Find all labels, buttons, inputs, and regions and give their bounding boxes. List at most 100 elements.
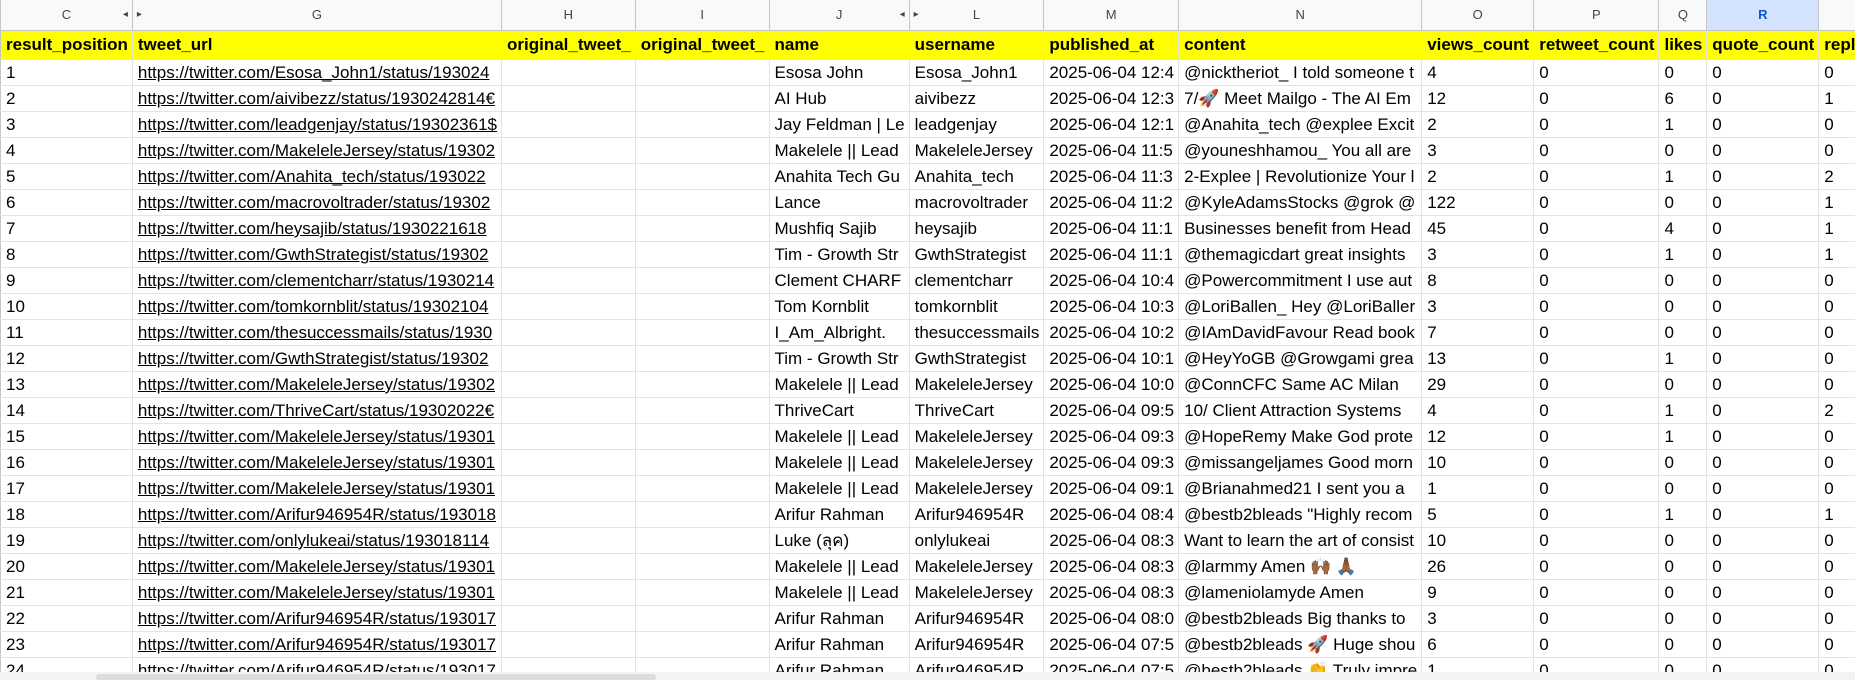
cell-username[interactable]: MakeleleJersey [909,137,1045,164]
cell-quote-count[interactable]: 0 [1706,527,1820,554]
cell-username[interactable]: heysajib [909,215,1045,242]
cell-views-count[interactable]: 3 [1421,241,1535,268]
header-cell-reply-count[interactable]: reply_count [1818,30,1855,60]
cell-name[interactable]: Jay Feldman | Le [769,111,910,138]
cell-likes[interactable]: 0 [1658,553,1708,580]
cell-views-count[interactable]: 2 [1421,163,1535,190]
cell-quote-count[interactable]: 0 [1706,579,1820,606]
cell-quote-count[interactable]: 0 [1706,267,1820,294]
column-header-o[interactable]: O [1421,0,1535,31]
cell-retweet-count[interactable]: 0 [1533,527,1660,554]
column-header-l[interactable]: L ▸ [909,0,1045,31]
cell-tweet-url[interactable]: https://twitter.com/Esosa_John1/status/1… [132,59,502,86]
cell-result-position[interactable]: 10 [0,293,133,320]
cell-original-tweet-2[interactable] [635,605,770,632]
cell-username[interactable]: GwthStrategist [909,345,1045,372]
column-header-c[interactable]: C ◂ [0,0,133,31]
header-cell-original-tweet-1[interactable]: original_tweet_ [501,30,636,60]
cell-views-count[interactable]: 8 [1421,267,1535,294]
cell-original-tweet-2[interactable] [635,241,770,268]
cell-published-at[interactable]: 2025-06-04 11:3 [1043,163,1180,190]
cell-tweet-url[interactable]: https://twitter.com/GwthStrategist/statu… [132,241,502,268]
cell-tweet-url[interactable]: https://twitter.com/MakeleleJersey/statu… [132,475,502,502]
cell-original-tweet-2[interactable] [635,449,770,476]
cell-views-count[interactable]: 1 [1421,475,1535,502]
cell-original-tweet-2[interactable] [635,553,770,580]
cell-original-tweet-1[interactable] [501,111,636,138]
cell-result-position[interactable]: 21 [0,579,133,606]
cell-username[interactable]: Esosa_John1 [909,59,1045,86]
cell-likes[interactable]: 0 [1658,475,1708,502]
cell-original-tweet-1[interactable] [501,189,636,216]
cell-original-tweet-1[interactable] [501,553,636,580]
cell-reply-count[interactable]: 0 [1818,319,1855,346]
cell-reply-count[interactable]: 0 [1818,371,1855,398]
cell-original-tweet-2[interactable] [635,137,770,164]
cell-published-at[interactable]: 2025-06-04 12:1 [1043,111,1180,138]
cell-content[interactable]: Want to learn the art of consist [1178,527,1423,554]
cell-original-tweet-1[interactable] [501,397,636,424]
cell-name[interactable]: Makelele || Lead [769,579,910,606]
cell-reply-count[interactable]: 1 [1818,241,1855,268]
cell-original-tweet-1[interactable] [501,85,636,112]
cell-quote-count[interactable]: 0 [1706,605,1820,632]
cell-reply-count[interactable]: 1 [1818,215,1855,242]
cell-published-at[interactable]: 2025-06-04 10:4 [1043,267,1180,294]
cell-original-tweet-1[interactable] [501,423,636,450]
cell-retweet-count[interactable]: 0 [1533,579,1660,606]
header-cell-original-tweet-2[interactable]: original_tweet_ [635,30,770,60]
cell-views-count[interactable]: 2 [1421,111,1535,138]
cell-reply-count[interactable]: 0 [1818,345,1855,372]
cell-published-at[interactable]: 2025-06-04 11:5 [1043,137,1180,164]
cell-tweet-url[interactable]: https://twitter.com/clementcharr/status/… [132,267,502,294]
header-cell-quote-count[interactable]: quote_count [1706,30,1820,60]
cell-name[interactable]: Arifur Rahman [769,631,910,658]
cell-username[interactable]: thesuccessmails [909,319,1045,346]
cell-username[interactable]: Arifur946954R [909,631,1045,658]
cell-reply-count[interactable]: 0 [1818,449,1855,476]
cell-reply-count[interactable]: 0 [1818,423,1855,450]
cell-original-tweet-2[interactable] [635,163,770,190]
cell-tweet-url[interactable]: https://twitter.com/heysajib/status/1930… [132,215,502,242]
cell-name[interactable]: Lance [769,189,910,216]
cell-original-tweet-1[interactable] [501,293,636,320]
cell-result-position[interactable]: 19 [0,527,133,554]
cell-result-position[interactable]: 2 [0,85,133,112]
cell-name[interactable]: Luke (ลุค) [769,527,910,554]
cell-tweet-url[interactable]: https://twitter.com/leadgenjay/status/19… [132,111,502,138]
cell-quote-count[interactable]: 0 [1706,501,1820,528]
cell-original-tweet-1[interactable] [501,527,636,554]
cell-published-at[interactable]: 2025-06-04 11:2 [1043,189,1180,216]
cell-views-count[interactable]: 3 [1421,137,1535,164]
header-cell-name[interactable]: name [769,30,910,60]
cell-quote-count[interactable]: 0 [1706,345,1820,372]
cell-result-position[interactable]: 20 [0,553,133,580]
cell-result-position[interactable]: 6 [0,189,133,216]
cell-likes[interactable]: 1 [1658,397,1708,424]
cell-name[interactable]: Makelele || Lead [769,449,910,476]
cell-tweet-url[interactable]: https://twitter.com/Arifur946954R/status… [132,631,502,658]
column-header-h[interactable]: H [501,0,636,31]
cell-retweet-count[interactable]: 0 [1533,267,1660,294]
cell-likes[interactable]: 0 [1658,631,1708,658]
header-cell-content[interactable]: content [1178,30,1423,60]
cell-name[interactable]: Makelele || Lead [769,553,910,580]
cell-username[interactable]: macrovoltrader [909,189,1045,216]
cell-published-at[interactable]: 2025-06-04 08:3 [1043,527,1180,554]
header-cell-likes[interactable]: likes [1658,30,1708,60]
cell-result-position[interactable]: 7 [0,215,133,242]
cell-views-count[interactable]: 5 [1421,501,1535,528]
cell-likes[interactable]: 4 [1658,215,1708,242]
cell-tweet-url[interactable]: https://twitter.com/ThriveCart/status/19… [132,397,502,424]
cell-result-position[interactable]: 17 [0,475,133,502]
cell-content[interactable]: 10/ Client Attraction Systems [1178,397,1423,424]
cell-quote-count[interactable]: 0 [1706,189,1820,216]
cell-name[interactable]: I_Am_Albright. [769,319,910,346]
cell-original-tweet-1[interactable] [501,449,636,476]
cell-username[interactable]: Anahita_tech [909,163,1045,190]
cell-retweet-count[interactable]: 0 [1533,189,1660,216]
cell-original-tweet-2[interactable] [635,293,770,320]
cell-likes[interactable]: 0 [1658,137,1708,164]
cell-original-tweet-2[interactable] [635,501,770,528]
cell-result-position[interactable]: 3 [0,111,133,138]
